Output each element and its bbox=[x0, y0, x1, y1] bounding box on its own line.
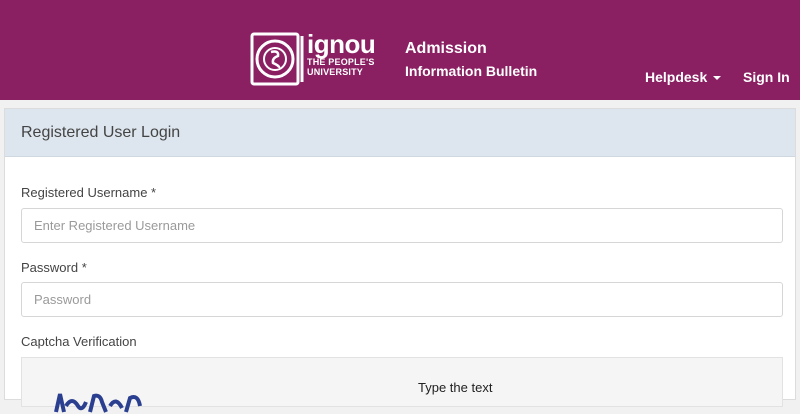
logo-sub-line2: UNIVERSITY bbox=[307, 67, 364, 77]
logo-word: ignou bbox=[307, 29, 376, 59]
caret-down-icon bbox=[713, 76, 722, 81]
username-input[interactable] bbox=[21, 208, 783, 243]
password-input[interactable] bbox=[21, 282, 783, 317]
top-header: ignou THE PEOPLE'S UNIVERSITY Admission … bbox=[0, 0, 800, 100]
captcha-hint: Type the text bbox=[418, 380, 493, 395]
header-title: Admission bbox=[405, 40, 487, 57]
helpdesk-menu[interactable]: Helpdesk bbox=[645, 69, 722, 85]
logo-sub-line1: THE PEOPLE'S bbox=[307, 57, 375, 67]
username-label: Registered Username * bbox=[21, 185, 157, 200]
captcha-image-icon bbox=[54, 393, 142, 413]
captcha-label: Captcha Verification bbox=[21, 334, 137, 349]
header-subtitle[interactable]: Information Bulletin bbox=[405, 62, 537, 80]
login-panel: Registered User Login Registered Usernam… bbox=[4, 108, 796, 413]
helpdesk-label: Helpdesk bbox=[645, 69, 708, 85]
sign-in-link[interactable]: Sign In bbox=[743, 69, 790, 85]
logo-text: ignou THE PEOPLE'S UNIVERSITY bbox=[307, 29, 376, 77]
panel-title: Registered User Login bbox=[5, 109, 795, 157]
password-label: Password * bbox=[21, 260, 87, 275]
